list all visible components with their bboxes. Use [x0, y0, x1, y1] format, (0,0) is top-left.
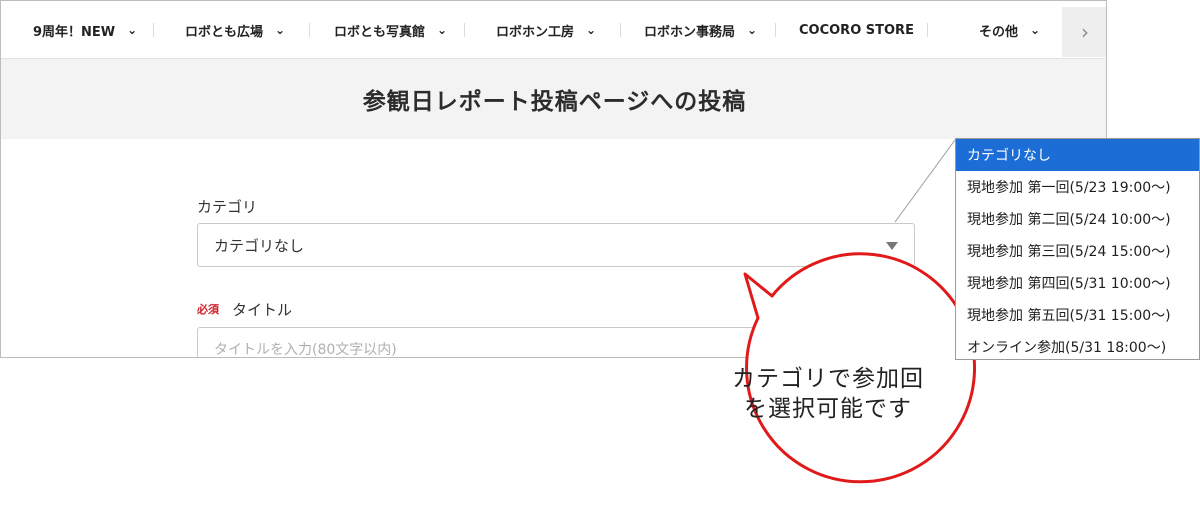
callout-line-1: カテゴリで参加回: [732, 366, 924, 392]
dropdown-option[interactable]: 現地参加 第一回(5/23 19:00～): [956, 171, 1199, 203]
callout-text: カテゴリで参加回 を選択可能です: [708, 364, 948, 424]
dropdown-option[interactable]: 現地参加 第四回(5/31 10:00～): [956, 267, 1199, 299]
dropdown-option[interactable]: 現地参加 第五回(5/31 15:00～): [956, 299, 1199, 331]
dropdown-option-selected[interactable]: カテゴリなし: [956, 139, 1199, 171]
category-dropdown-list: カテゴリなし 現地参加 第一回(5/23 19:00～) 現地参加 第二回(5/…: [955, 138, 1200, 360]
dropdown-option[interactable]: 現地参加 第二回(5/24 10:00～): [956, 203, 1199, 235]
dropdown-option[interactable]: オンライン参加(5/31 18:00～): [956, 331, 1199, 363]
callout-line-2: を選択可能です: [744, 396, 912, 422]
zoom-connector-line: [894, 139, 956, 223]
dropdown-option[interactable]: 現地参加 第三回(5/24 15:00～): [956, 235, 1199, 267]
